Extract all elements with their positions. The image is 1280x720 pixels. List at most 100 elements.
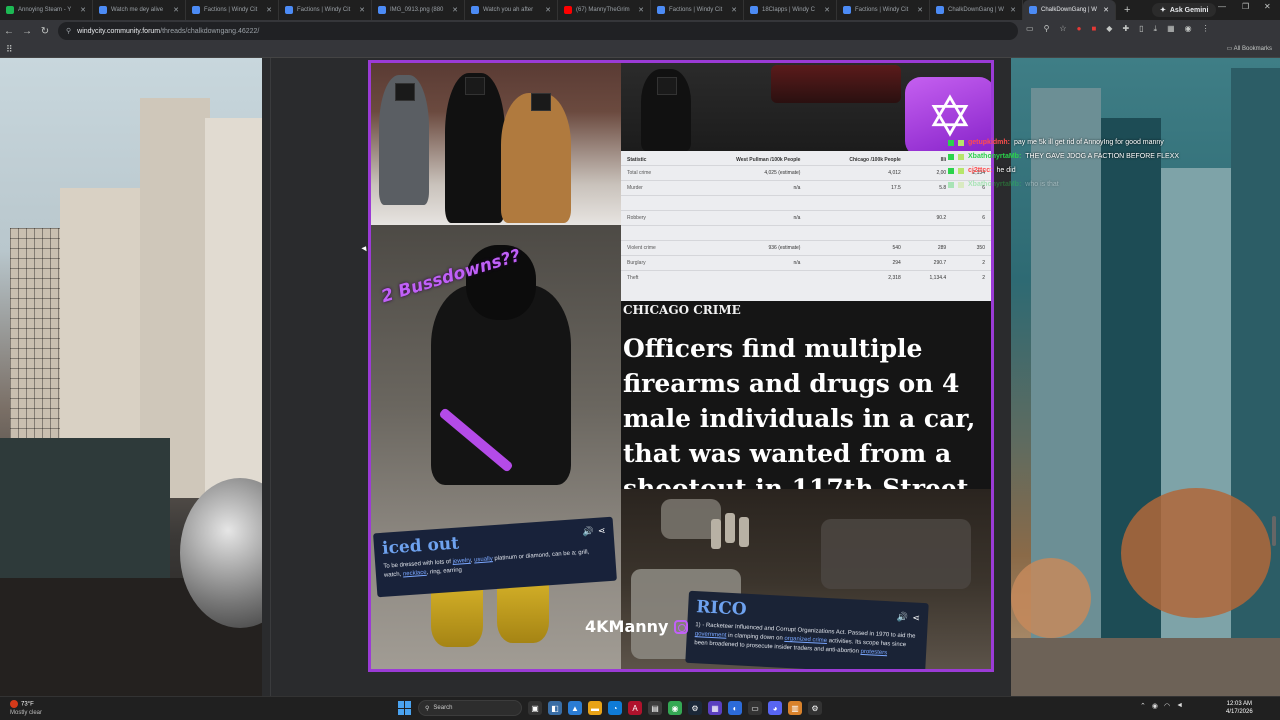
notes-icon[interactable]: ▥ [788, 701, 802, 715]
weather-condition: Mostly clear [10, 709, 43, 716]
forward-icon[interactable]: → [18, 26, 36, 37]
app-blue-icon[interactable]: ◐ [728, 701, 742, 715]
maximize-icon[interactable]: ❐ [1242, 2, 1249, 11]
browser-tab[interactable]: Watch me dey alive ✕ [93, 0, 186, 20]
table-cell: Violent crime [621, 240, 686, 256]
terminal-icon[interactable]: ▭ [748, 701, 762, 715]
back-icon[interactable]: ← [0, 26, 18, 37]
table-cell: 350 [952, 240, 991, 256]
volume-icon[interactable]: ◄ [1176, 702, 1183, 710]
tab-close-icon[interactable]: ✕ [1010, 6, 1016, 14]
tab-title: ChalkDownGang | W [948, 7, 1004, 13]
browser-tab[interactable]: (67) MannyTheGrim ✕ [558, 0, 651, 20]
reload-icon[interactable]: ↻ [36, 26, 54, 37]
speaker-icon: 🔊 [896, 611, 909, 623]
tray-chevron-icon[interactable]: ⌃ [1140, 702, 1146, 710]
tab-title: Factions | Windy Cit [204, 7, 258, 13]
download-icon[interactable]: ⤓ [1154, 24, 1158, 34]
browser-tab[interactable]: 18Clapps | Windy C ✕ [744, 0, 837, 20]
zoom-icon[interactable]: ⚲ [1044, 24, 1050, 34]
tab-close-icon[interactable]: ✕ [452, 6, 458, 14]
tab-title: 18Clapps | Windy C [762, 7, 815, 13]
chat-badge-icon [958, 182, 964, 188]
table-cell: 289 [906, 240, 953, 256]
extension-red-icon[interactable]: ● [1077, 24, 1082, 34]
browser-tab[interactable]: Factions | Windy Cit ✕ [186, 0, 279, 20]
table-cell: 17.5 [806, 180, 907, 196]
task-view-icon[interactable]: ▣ [528, 701, 542, 715]
clock-date: 4/17/2026 [1226, 709, 1253, 715]
extension-icon[interactable]: ◆ [1106, 24, 1112, 34]
browser-tab[interactable]: ChalkDownGang | W ✕ [1023, 0, 1116, 20]
table-cell: 2 [952, 270, 991, 286]
site-info-icon[interactable]: ⚲ [66, 27, 71, 35]
discord-icon[interactable]: ◕ [768, 701, 782, 715]
taskbar-search[interactable]: ⚲ Search [418, 700, 522, 716]
start-menu-icon[interactable] [398, 701, 412, 715]
all-bookmarks-button[interactable]: ▭ All Bookmarks [1227, 45, 1272, 52]
file-explorer-icon[interactable]: ▬ [588, 701, 602, 715]
page-scrollbar[interactable] [1272, 516, 1276, 546]
browser-tab[interactable]: Factions | Windy Cit ✕ [837, 0, 930, 20]
apps-grid-icon[interactable]: ⠿ [6, 44, 13, 55]
ask-gemini-button[interactable]: ✦ Ask Gemini [1152, 3, 1217, 17]
chat-username: XbathonyrtaMb: [968, 181, 1022, 188]
chrome-icon[interactable]: ◉ [668, 701, 682, 715]
widgets-icon[interactable]: ◧ [548, 701, 562, 715]
chat-text: he did [996, 167, 1016, 174]
tab-close-icon[interactable]: ✕ [359, 6, 365, 14]
browser-tab[interactable]: IMG_0913.png (880 ✕ [372, 0, 465, 20]
cast-icon[interactable]: ▭ [1026, 24, 1034, 34]
close-window-icon[interactable]: ✕ [1264, 2, 1271, 11]
extensions-puzzle-icon[interactable]: ✚ [1122, 24, 1129, 34]
table-cell: Murder [621, 180, 686, 196]
table-cell: 2 [952, 255, 991, 271]
profile-avatar-icon[interactable]: ◉ [1185, 24, 1192, 34]
tab-close-icon[interactable]: ✕ [824, 6, 830, 14]
browser-tab[interactable]: Watch you ah after ✕ [465, 0, 558, 20]
settings-icon[interactable]: ⚙ [808, 701, 822, 715]
tab-close-icon[interactable]: ✕ [173, 6, 179, 14]
adobe-icon[interactable]: A [628, 701, 642, 715]
edge-icon[interactable]: ◔ [608, 701, 622, 715]
windows-taskbar: 73°F Mostly clear ⚲ Search ▣ ◧ ▲ ▬ ◔ A ▤… [0, 696, 1280, 720]
browser-tab[interactable]: Annoying Steam - Y ✕ [0, 0, 93, 20]
ask-gemini-label: Ask Gemini [1169, 6, 1209, 14]
wifi-icon[interactable]: ◠ [1164, 702, 1170, 710]
tab-close-icon[interactable]: ✕ [731, 6, 737, 14]
tab-close-icon[interactable]: ✕ [1103, 6, 1109, 14]
tab-title: Watch you ah after [483, 7, 534, 13]
tab-close-icon[interactable]: ✕ [80, 6, 86, 14]
post-image-collage[interactable]: ✡ Statistic West Pullman /100k People Chic… [368, 60, 994, 672]
browser-tab[interactable]: Factions | Windy Cit ✕ [279, 0, 372, 20]
address-bar[interactable]: ⚲ windycity.community.forum/threads/chal… [58, 22, 1018, 40]
app-icon[interactable]: ▤ [648, 701, 662, 715]
browser-tab[interactable]: ChalkDownGang | W ✕ [930, 0, 1023, 20]
weather-widget[interactable]: 73°F Mostly clear [10, 700, 42, 717]
photos-icon[interactable]: ▲ [568, 701, 582, 715]
table-cell: n/a [685, 210, 807, 226]
table-row [621, 195, 991, 211]
clock-time: 12:03 AM [1226, 701, 1253, 707]
tab-close-icon[interactable]: ✕ [545, 6, 551, 14]
table-cell: Burglary [621, 255, 686, 271]
tray-app-icon[interactable]: ◉ [1152, 702, 1158, 710]
tab-close-icon[interactable]: ✕ [917, 6, 923, 14]
tab-title: Factions | Windy Cit [297, 7, 351, 13]
browser-tab[interactable]: Factions | Windy Cit ✕ [651, 0, 744, 20]
taskbar-clock[interactable]: 12:03 AM 4/17/2026 [1226, 700, 1253, 716]
tab-close-icon[interactable]: ✕ [266, 6, 272, 14]
tab-favicon-icon [843, 6, 851, 14]
extension-adblock-icon[interactable]: ■ [1091, 24, 1096, 34]
steam-icon[interactable]: ⚙ [688, 701, 702, 715]
side-panel-icon[interactable]: ▯ [1139, 24, 1143, 34]
share-icon: ⋖ [912, 612, 921, 623]
tab-search-icon[interactable]: ▦ [1167, 24, 1175, 34]
table-row: Murder n/a 17.5 5.8 6 [621, 180, 991, 196]
minimize-icon[interactable]: — [1218, 2, 1226, 11]
app-grid-icon[interactable]: ▦ [708, 701, 722, 715]
bookmark-star-icon[interactable]: ☆ [1059, 24, 1066, 34]
new-tab-icon[interactable]: + [1116, 4, 1138, 16]
menu-kebab-icon[interactable]: ⋮ [1202, 24, 1210, 34]
tab-close-icon[interactable]: ✕ [638, 6, 644, 14]
